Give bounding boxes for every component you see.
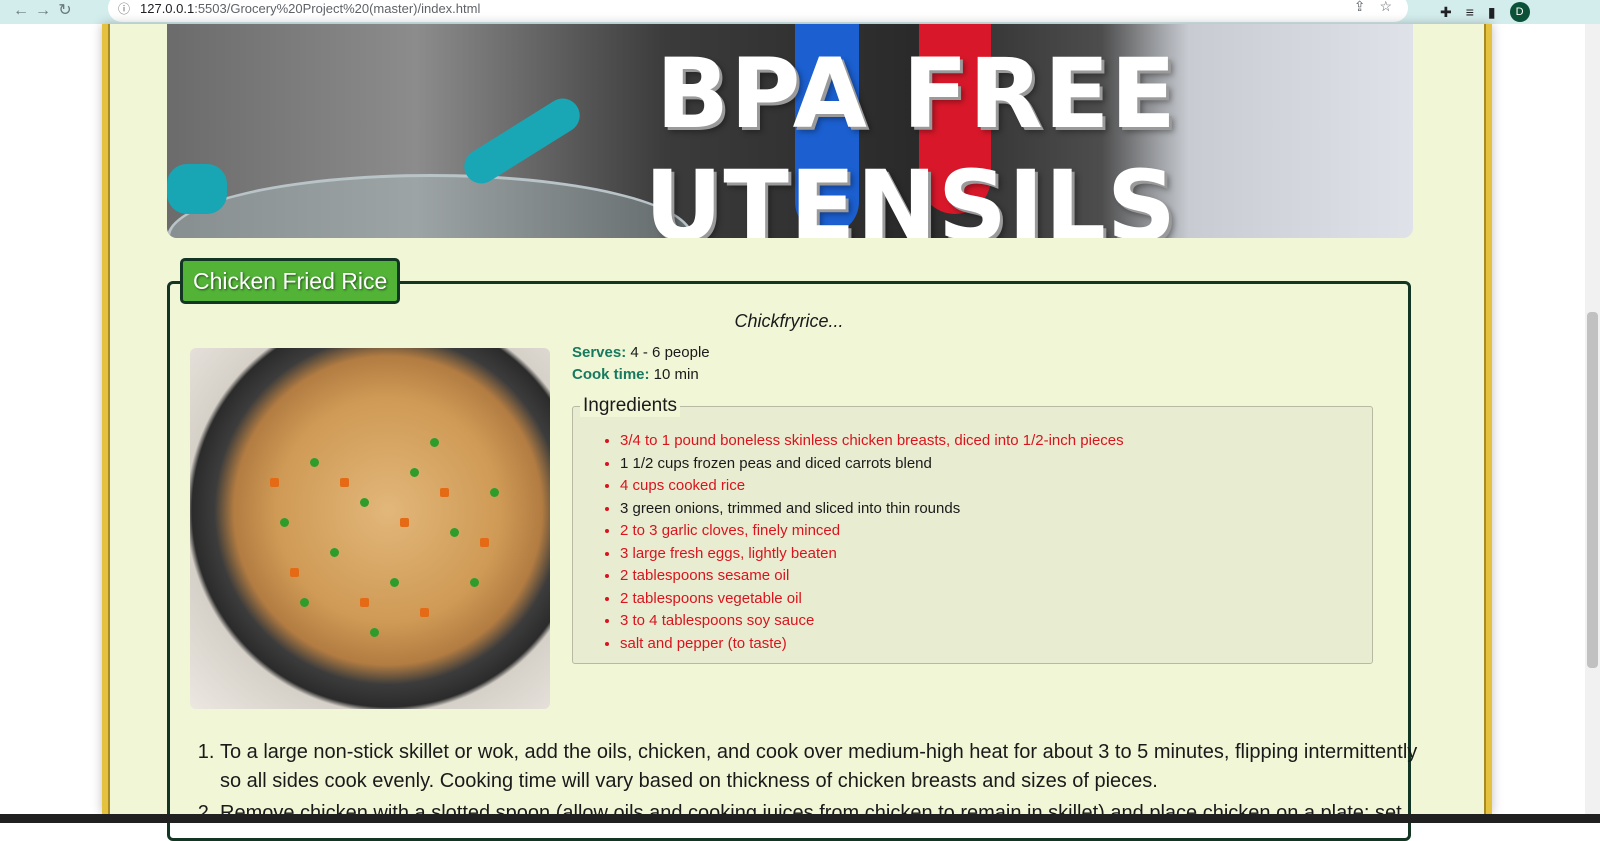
serves-line: Serves: 4 - 6 people [572,344,710,361]
instruction-step: To a large non-stick skillet or wok, add… [220,738,1420,796]
ingredients-heading: Ingredients [580,395,681,417]
banner-image: BPA FREE UTENSILS [167,24,1413,238]
share-icon[interactable]: ⇪ [1354,0,1366,15]
ingredient-item: 1 1/2 cups frozen peas and diced carrots… [620,453,1124,476]
browser-toolbar: ← → ↻ ⓘ 127.0.0.1:5503/Grocery%20Project… [0,0,1600,24]
back-arrow-icon[interactable]: ← [10,2,32,22]
ingredient-item: 2 tablespoons sesame oil [620,565,1124,588]
url-path: :5503/Grocery%20Project%20(master)/index… [194,0,481,16]
banner-title: BPA FREE UTENSILS [644,38,1177,238]
ingredient-item: salt and pepper (to taste) [620,633,1124,656]
cook-time-label: Cook time: [572,366,650,383]
reading-list-icon[interactable]: ≡ [1466,4,1474,20]
scrollbar-thumb[interactable] [1587,312,1598,668]
url-host: 127.0.0.1 [140,0,195,16]
reload-icon[interactable]: ↻ [54,2,76,22]
ingredient-item: 2 tablespoons vegetable oil [620,588,1124,611]
serves-label: Serves: [572,344,627,361]
ingredient-item: 3 green onions, trimmed and sliced into … [620,498,1124,521]
ingredient-item: 3/4 to 1 pound boneless skinless chicken… [620,430,1124,453]
address-bar[interactable]: ⓘ 127.0.0.1:5503/Grocery%20Project%20(ma… [108,0,1408,22]
address-url[interactable]: 127.0.0.1:5503/Grocery%20Project%20(mast… [140,1,480,16]
side-panel-icon[interactable]: ▮ [1488,4,1496,21]
forward-arrow-icon[interactable]: → [32,2,54,22]
ingredient-item: 3 large fresh eggs, lightly beaten [620,543,1124,566]
os-taskbar [0,814,1600,823]
recipe-title: Chicken Fried Rice [180,258,401,304]
recipe-photo [190,348,550,709]
ingredient-item: 4 cups cooked rice [620,475,1124,498]
serves-value: 4 - 6 people [626,344,710,361]
ingredient-item: 2 to 3 garlic cloves, finely minced [620,520,1124,543]
extensions-puzzle-icon[interactable]: ✚ [1440,4,1452,21]
site-info-icon[interactable]: ⓘ [118,0,136,17]
ingredients-list: 3/4 to 1 pound boneless skinless chicken… [600,430,1124,655]
bookmark-star-icon[interactable]: ☆ [1379,0,1392,15]
recipe-tagline: Chickfryrice... [734,311,844,331]
ingredient-item: 3 to 4 tablespoons soy sauce [620,610,1124,633]
profile-avatar[interactable]: D [1509,2,1530,22]
cook-time-value: 10 min [649,366,699,383]
cook-time-line: Cook time: 10 min [572,366,699,383]
